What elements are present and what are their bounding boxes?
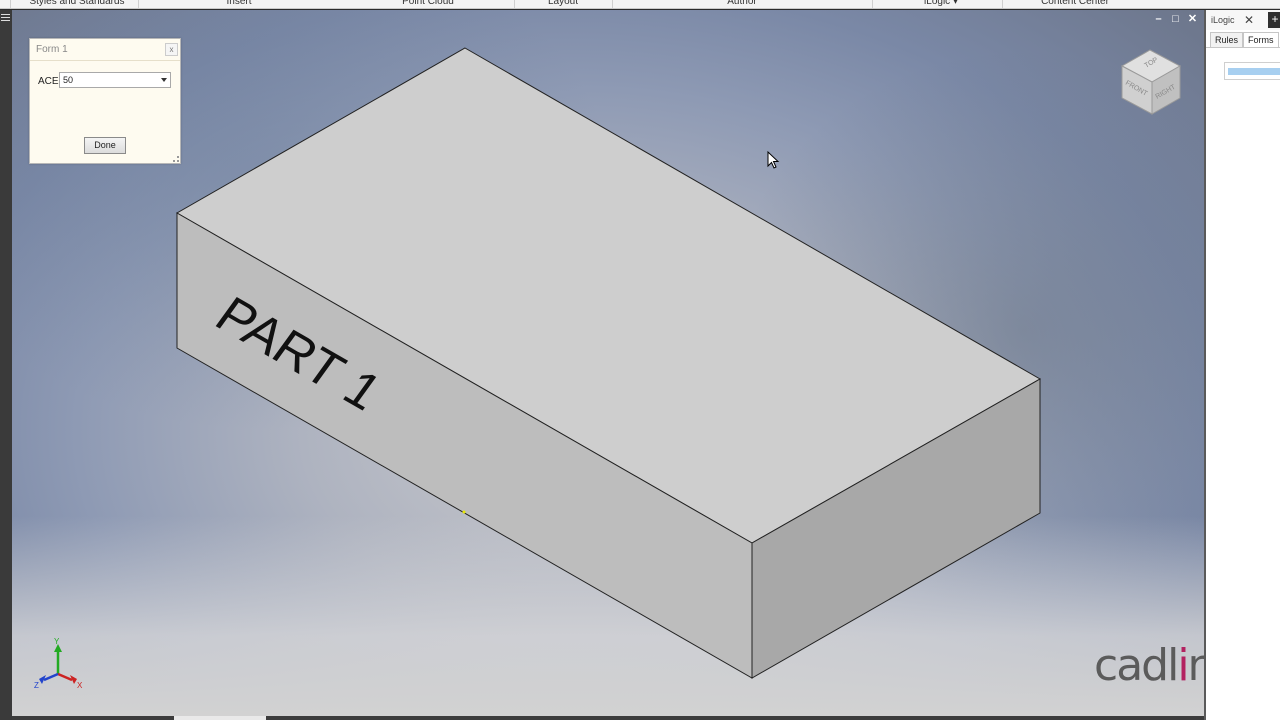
inventor-window: Styles and Standards Insert Point Cloud … bbox=[0, 0, 1280, 720]
document-tab[interactable] bbox=[174, 716, 266, 720]
ribbon-separator bbox=[10, 0, 11, 8]
ribbon-separator bbox=[514, 0, 515, 8]
resize-grip-icon[interactable] bbox=[173, 156, 179, 162]
tab-forms[interactable]: Forms bbox=[1243, 32, 1279, 48]
tab-styles-and-standards[interactable]: Styles and Standards bbox=[18, 0, 136, 8]
axis-triad: Y X Z bbox=[34, 637, 83, 690]
ace-dropdown[interactable]: 50 bbox=[59, 72, 171, 88]
panel-tabs: Rules Forms bbox=[1210, 32, 1279, 48]
ribbon-separator bbox=[612, 0, 613, 8]
panel-header: iLogic ✕ + bbox=[1206, 10, 1280, 30]
tab-author[interactable]: Author bbox=[700, 0, 784, 8]
document-tab-strip bbox=[12, 716, 1204, 720]
minimize-icon[interactable]: – bbox=[1153, 14, 1164, 25]
part-model[interactable]: PART 1 bbox=[12, 10, 1204, 716]
tab-ilogic[interactable]: iLogic ▾ bbox=[906, 0, 976, 8]
form-1-dialog: Form 1 x ACE 50 Done bbox=[29, 38, 181, 164]
tab-layout[interactable]: Layout bbox=[524, 0, 602, 8]
close-icon[interactable]: ✕ bbox=[1187, 14, 1198, 25]
viewcube[interactable]: TOP FRONT RIGHT bbox=[1108, 38, 1184, 120]
ribbon-separator bbox=[138, 0, 139, 8]
ilogic-browser-panel: iLogic ✕ + Rules Forms bbox=[1204, 10, 1280, 720]
mouse-cursor-icon bbox=[767, 150, 780, 169]
hamburger-menu-icon[interactable] bbox=[1, 14, 10, 24]
graphics-viewport[interactable]: PART 1 – □ ✕ bbox=[12, 10, 1204, 716]
tab-content-center[interactable]: Content Center bbox=[1028, 0, 1122, 8]
x-axis bbox=[57, 672, 73, 682]
z-axis-label: Z bbox=[34, 681, 39, 690]
ribbon-separator bbox=[872, 0, 873, 8]
logo-text: cadl bbox=[1094, 640, 1179, 691]
form-item-highlight bbox=[1228, 68, 1280, 75]
tab-point-cloud[interactable]: Point Cloud bbox=[380, 0, 476, 8]
window-controls: – □ ✕ bbox=[1153, 14, 1198, 25]
ace-value: 50 bbox=[63, 75, 74, 85]
tab-insert[interactable]: Insert bbox=[190, 0, 288, 8]
ribbon-tab-bar: Styles and Standards Insert Point Cloud … bbox=[0, 0, 1280, 9]
restore-icon[interactable]: □ bbox=[1170, 14, 1181, 25]
form-list-item[interactable] bbox=[1224, 62, 1280, 80]
left-strip bbox=[0, 10, 12, 720]
ace-label: ACE bbox=[38, 76, 59, 87]
add-panel-icon[interactable]: + bbox=[1268, 12, 1280, 28]
tab-rules[interactable]: Rules bbox=[1210, 32, 1244, 48]
y-axis-label: Y bbox=[54, 637, 60, 646]
dropdown-arrow-icon[interactable] bbox=[161, 78, 167, 82]
logo-accent-text: i bbox=[1177, 640, 1189, 691]
x-axis-label: X bbox=[77, 681, 83, 690]
done-button[interactable]: Done bbox=[84, 137, 126, 154]
dialog-close-button[interactable]: x bbox=[165, 43, 178, 56]
origin-marker bbox=[462, 510, 466, 514]
ribbon-separator bbox=[1002, 0, 1003, 8]
panel-close-icon[interactable]: ✕ bbox=[1244, 13, 1254, 27]
z-axis bbox=[43, 672, 59, 682]
panel-title: iLogic bbox=[1211, 15, 1235, 25]
dialog-title: Form 1 bbox=[36, 44, 68, 55]
